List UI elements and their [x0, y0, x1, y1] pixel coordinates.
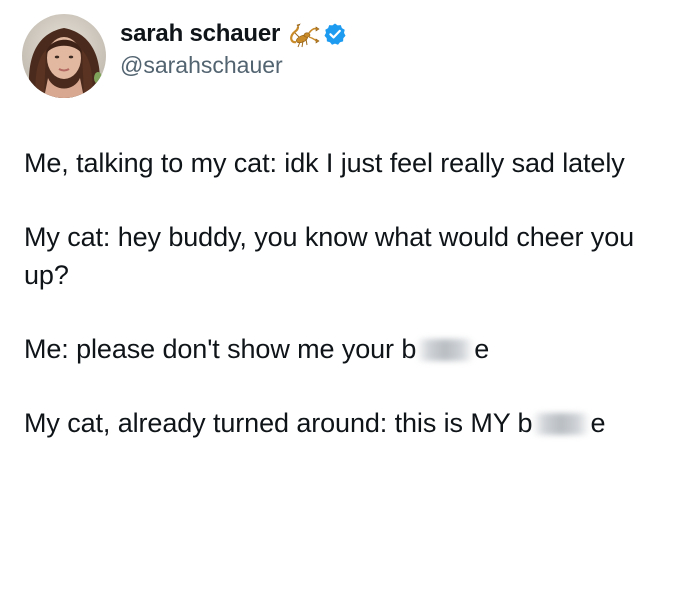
tweet-paragraph-suffix: e [590, 408, 606, 438]
avatar-image [22, 14, 106, 98]
tweet-text: Me, talking to my cat: idk I just feel r… [24, 144, 684, 478]
tweet-paragraph-prefix: My cat, already turned around: this is M… [24, 408, 533, 438]
author-avatar[interactable] [22, 14, 106, 98]
author-names: sarah schauer @sarahschauer [120, 18, 347, 79]
verified-badge-icon [324, 23, 346, 45]
author-name-row: sarah schauer [120, 18, 347, 50]
scorpion-icon [290, 22, 320, 47]
tweet-paragraph: Me: please don't show me your b e [24, 330, 684, 368]
tweet-paragraph: My cat: hey buddy, you know what would c… [24, 222, 635, 290]
tweet-card: sarah schauer @sarahschauer Me, talking … [0, 0, 700, 607]
tweet-paragraph: My cat, already turned around: this is M… [24, 404, 684, 442]
author-display-name[interactable]: sarah schauer [120, 20, 280, 48]
tweet-paragraph-prefix: Me: please don't show me your b [24, 334, 417, 364]
author-handle[interactable]: @sarahschauer [120, 52, 347, 79]
censored-blur [416, 339, 475, 361]
tweet-paragraph-suffix: e [474, 334, 490, 364]
tweet-header: sarah schauer @sarahschauer [22, 14, 347, 98]
tweet-paragraph: Me, talking to my cat: idk I just feel r… [24, 148, 625, 178]
censored-blur [532, 413, 591, 435]
